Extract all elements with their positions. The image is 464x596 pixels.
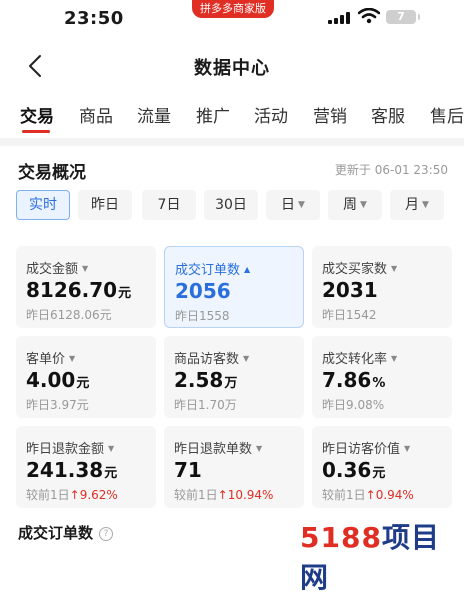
metric-card-visitor-value[interactable]: 昨日访客价值 ▼ 0.36元 较前1日↑0.94% (312, 426, 452, 508)
metric-card-gmv[interactable]: 成交金额 ▼ 8126.70元 昨日6128.06元 (16, 246, 156, 328)
arrow-up-icon: ↑ (365, 488, 376, 502)
metric-card-refund-orders[interactable]: 昨日退款单数 ▼ 71 较前1日↑10.94% (164, 426, 304, 508)
arrow-up-icon: ↑ (217, 488, 228, 502)
tab-marketing[interactable]: 营销 (313, 102, 347, 127)
metric-label: 昨日退款金额 ▼ (26, 442, 115, 457)
filter-week[interactable]: 周 ▼ (328, 190, 382, 220)
filter-label: 日 (281, 197, 296, 213)
metric-compare: 昨日1558 (175, 309, 230, 323)
section-divider (0, 138, 464, 146)
filter-day[interactable]: 日 ▼ (266, 190, 320, 220)
metric-label: 昨日访客价值 ▼ (322, 442, 411, 457)
filter-realtime[interactable]: 实时 (16, 190, 70, 220)
tab-trade[interactable]: 交易 (20, 102, 54, 127)
metric-card-visitors[interactable]: 商品访客数 ▼ 2.58万 昨日1.70万 (164, 336, 304, 418)
metric-card-buyers[interactable]: 成交买家数 ▼ 2031 昨日1542 (312, 246, 452, 328)
filter-label: 30日 (215, 197, 247, 213)
metric-compare: 昨日9.08% (322, 398, 385, 412)
metric-card-refund-amount[interactable]: 昨日退款金额 ▼ 241.38元 较前1日↑9.62% (16, 426, 156, 508)
tab-service[interactable]: 客服 (371, 102, 405, 127)
metric-compare: 昨日1.70万 (174, 398, 237, 412)
nav-bar: 数据中心 (0, 44, 464, 88)
metric-label: 客单价 ▼ (26, 352, 76, 367)
status-time: 23:50 (64, 8, 124, 29)
filter-label: 周 (343, 197, 358, 213)
metric-compare: 较前1日↑0.94% (322, 488, 414, 502)
metric-compare: 昨日3.97元 (26, 398, 89, 412)
tab-goods[interactable]: 商品 (79, 102, 113, 127)
filter-label: 月 (405, 197, 420, 213)
metric-value: 241.38元 (26, 458, 118, 482)
filter-month[interactable]: 月 ▼ (390, 190, 444, 220)
caret-down-icon: ▼ (298, 200, 305, 210)
filter-label: 7日 (157, 197, 181, 213)
overview-title: 交易概况 (18, 163, 86, 183)
store-badge[interactable]: 拼多多商家版 (192, 0, 274, 18)
metric-value: 0.36元 (322, 458, 386, 482)
caret-down-icon: ▼ (108, 444, 115, 453)
tab-indicator (22, 130, 50, 133)
metric-label: 成交买家数 ▼ (322, 262, 398, 277)
watermark-logo: 5188项目网 (300, 521, 440, 594)
updated-time: 更新于 06-01 23:50 (334, 163, 448, 177)
filter-30d[interactable]: 30日 (204, 190, 258, 220)
metric-value: 8126.70元 (26, 278, 132, 302)
status-bar: 23:50 拼多多商家版 7 (0, 0, 464, 36)
metric-value: 7.86% (322, 368, 386, 392)
arrow-up-icon: ↑ (69, 488, 80, 502)
filter-7d[interactable]: 7日 (142, 190, 196, 220)
wifi-icon (358, 8, 380, 24)
caret-down-icon: ▼ (69, 354, 76, 363)
caret-down-icon: ▼ (82, 264, 89, 273)
metric-value: 71 (174, 458, 202, 482)
caret-down-icon: ▼ (404, 444, 411, 453)
metric-label: 成交转化率 ▼ (322, 352, 398, 367)
tab-traffic[interactable]: 流量 (137, 102, 171, 127)
metric-card-orders[interactable]: 成交订单数 ▲ 2056 昨日1558 (164, 246, 304, 328)
caret-down-icon: ▼ (391, 354, 398, 363)
caret-down-icon: ▼ (422, 200, 429, 210)
metric-compare: 昨日1542 (322, 308, 377, 322)
filter-label: 昨日 (91, 197, 119, 213)
battery-icon: 7 (386, 10, 420, 24)
metric-card-conversion[interactable]: 成交转化率 ▼ 7.86% 昨日9.08% (312, 336, 452, 418)
metric-card-avg-price[interactable]: 客单价 ▼ 4.00元 昨日3.97元 (16, 336, 156, 418)
section-title-orders: 成交订单数? (18, 522, 114, 543)
caret-down-icon: ▼ (256, 444, 263, 453)
page-title: 数据中心 (194, 58, 270, 79)
caret-down-icon: ▼ (391, 264, 398, 273)
help-icon[interactable]: ? (99, 527, 114, 541)
metric-compare: 较前1日↑9.62% (26, 488, 118, 502)
tab-activity[interactable]: 活动 (254, 102, 288, 127)
metric-compare: 昨日6128.06元 (26, 308, 112, 322)
caret-down-icon: ▼ (360, 200, 367, 210)
signal-icon (328, 12, 350, 24)
metric-value: 2.58万 (174, 368, 238, 392)
caret-down-icon: ▼ (243, 354, 250, 363)
metric-label: 成交金额 ▼ (26, 262, 89, 277)
metric-compare: 较前1日↑10.94% (174, 488, 274, 502)
metric-label: 商品访客数 ▼ (174, 352, 250, 367)
metric-value: 4.00元 (26, 368, 90, 392)
metric-label: 成交订单数 ▲ (175, 263, 251, 278)
metric-value: 2056 (175, 279, 231, 303)
tab-promotion[interactable]: 推广 (196, 102, 230, 127)
caret-up-icon: ▲ (244, 265, 251, 274)
filter-yesterday[interactable]: 昨日 (78, 190, 132, 220)
metric-value: 2031 (322, 278, 378, 302)
tab-bar: 交易 商品 流量 推广 活动 营销 客服 售后 (0, 96, 464, 136)
filter-label: 实时 (29, 197, 57, 213)
metric-label: 昨日退款单数 ▼ (174, 442, 263, 457)
tab-aftersale[interactable]: 售后 (430, 102, 464, 127)
